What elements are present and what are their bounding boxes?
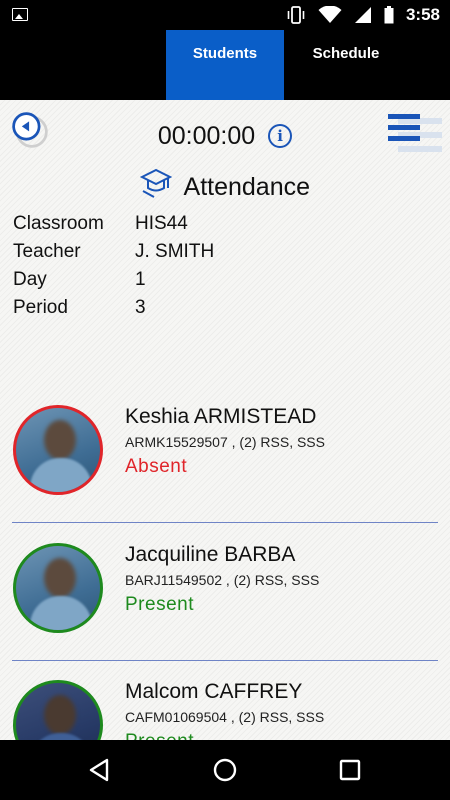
signal-icon xyxy=(354,7,371,23)
student-name: Keshia ARMISTEAD xyxy=(125,405,317,428)
info-value: 3 xyxy=(135,297,146,318)
attendance-status[interactable]: Present xyxy=(125,731,194,740)
vibrate-icon xyxy=(287,6,305,24)
student-id: CAFM01069504 , (2) RSS, SSS xyxy=(125,709,325,725)
info-row-day: Day 1 xyxy=(13,269,214,297)
divider xyxy=(12,522,438,523)
divider xyxy=(12,660,438,661)
tab-bar: Students Schedule xyxy=(0,30,450,100)
wifi-icon xyxy=(318,6,342,23)
menu-icon[interactable] xyxy=(388,112,442,158)
battery-icon xyxy=(384,6,394,24)
info-value: HIS44 xyxy=(135,213,188,234)
student-row[interactable]: Malcom CAFFREY CAFM01069504 , (2) RSS, S… xyxy=(0,676,450,740)
student-avatar[interactable] xyxy=(13,405,103,495)
info-row-period: Period 3 xyxy=(13,297,214,325)
info-label: Classroom xyxy=(13,213,104,234)
info-row-teacher: Teacher J. SMITH xyxy=(13,241,214,269)
attendance-status[interactable]: Absent xyxy=(125,456,187,478)
home-icon[interactable] xyxy=(210,755,240,785)
info-label: Day xyxy=(13,269,47,290)
student-id: ARMK15529507 , (2) RSS, SSS xyxy=(125,434,325,450)
info-value: 1 xyxy=(135,269,146,290)
back-icon[interactable] xyxy=(85,755,115,785)
tab-students[interactable]: Students xyxy=(166,30,284,100)
status-time: 3:58 xyxy=(405,5,440,24)
gallery-notification-icon xyxy=(12,8,28,21)
main-content: 00:00:00 i Attendance Classroom HIS44 Te… xyxy=(0,100,450,740)
student-row[interactable]: Keshia ARMISTEAD ARMK15529507 , (2) RSS,… xyxy=(0,400,450,537)
attendance-status[interactable]: Present xyxy=(125,594,194,616)
navigation-bar xyxy=(0,740,450,800)
info-label: Period xyxy=(13,297,68,318)
attendance-heading: Attendance xyxy=(0,168,450,202)
info-icon[interactable]: i xyxy=(268,124,293,148)
session-timer: 00:00:00 i xyxy=(0,122,450,151)
attendance-title: Attendance xyxy=(183,173,311,201)
class-info: Classroom HIS44 Teacher J. SMITH Day 1 P… xyxy=(13,213,214,325)
info-label: Teacher xyxy=(13,241,81,262)
student-avatar[interactable] xyxy=(13,543,103,633)
student-row[interactable]: Jacquiline BARBA BARJ11549502 , (2) RSS,… xyxy=(0,538,450,675)
info-value: J. SMITH xyxy=(135,241,215,262)
recents-icon[interactable] xyxy=(335,755,365,785)
info-row-classroom: Classroom HIS44 xyxy=(13,213,214,241)
graduation-cap-icon xyxy=(139,168,172,198)
status-bar: 3:58 xyxy=(0,0,450,30)
student-avatar[interactable] xyxy=(13,680,103,740)
tab-schedule[interactable]: Schedule xyxy=(287,30,405,100)
timer-value: 00:00:00 xyxy=(157,122,256,150)
student-id: BARJ11549502 , (2) RSS, SSS xyxy=(125,572,320,588)
student-name: Jacquiline BARBA xyxy=(125,543,296,566)
student-name: Malcom CAFFREY xyxy=(125,680,303,703)
